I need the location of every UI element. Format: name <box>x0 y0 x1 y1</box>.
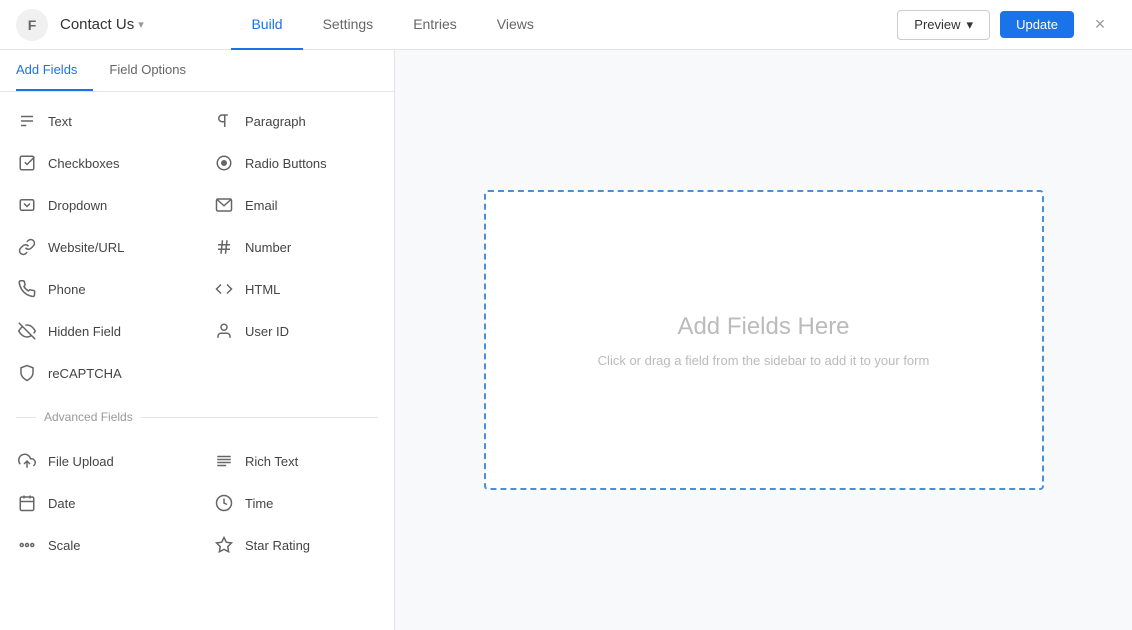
advanced-fields-divider: Advanced Fields <box>0 402 394 432</box>
field-item-website-url[interactable]: Website/URL <box>0 226 197 268</box>
close-button[interactable]: × <box>1084 9 1116 41</box>
field-item-user-id[interactable]: User ID <box>197 310 394 352</box>
radio-icon <box>213 152 235 174</box>
field-item-rich-text[interactable]: Rich Text <box>197 440 394 482</box>
upload-icon <box>16 450 38 472</box>
field-item-email[interactable]: Email <box>197 184 394 226</box>
sidebar-tabs: Add Fields Field Options <box>0 50 394 92</box>
field-item-star-rating[interactable]: Star Rating <box>197 524 394 566</box>
link-icon <box>16 236 38 258</box>
standard-fields-grid: Text Paragraph Checkboxes <box>0 92 394 402</box>
field-item-date[interactable]: Date <box>0 482 197 524</box>
tab-field-options[interactable]: Field Options <box>109 50 202 91</box>
email-icon <box>213 194 235 216</box>
user-icon <box>213 320 235 342</box>
nav-views[interactable]: Views <box>477 0 554 50</box>
code-icon <box>213 278 235 300</box>
field-item-phone[interactable]: Phone <box>0 268 197 310</box>
text-icon <box>16 110 38 132</box>
nav-entries[interactable]: Entries <box>393 0 477 50</box>
hidden-icon <box>16 320 38 342</box>
field-item-radio-buttons[interactable]: Radio Buttons <box>197 142 394 184</box>
scale-icon <box>16 534 38 556</box>
field-item-time[interactable]: Time <box>197 482 394 524</box>
preview-button[interactable]: Preview ▾ <box>897 10 990 40</box>
star-icon <box>213 534 235 556</box>
sidebar: Add Fields Field Options Text Paragraph <box>0 50 395 630</box>
field-item-file-upload[interactable]: File Upload <box>0 440 197 482</box>
checkbox-icon <box>16 152 38 174</box>
field-item-dropdown[interactable]: Dropdown <box>0 184 197 226</box>
main-layout: Add Fields Field Options Text Paragraph <box>0 50 1132 630</box>
advanced-fields-grid: File Upload Rich Text Date <box>0 432 394 574</box>
nav-settings[interactable]: Settings <box>303 0 394 50</box>
field-item-scale[interactable]: Scale <box>0 524 197 566</box>
phone-icon <box>16 278 38 300</box>
field-item-text[interactable]: Text <box>0 100 197 142</box>
shield-icon <box>16 362 38 384</box>
drop-zone-subtitle: Click or drag a field from the sidebar t… <box>598 353 930 368</box>
field-item-recaptcha[interactable]: reCAPTCHA <box>0 352 197 394</box>
field-item-hidden-field[interactable]: Hidden Field <box>0 310 197 352</box>
clock-icon <box>213 492 235 514</box>
form-title-dropdown-arrow[interactable]: ▾ <box>138 18 144 31</box>
form-title: Contact Us ▾ <box>60 16 144 33</box>
hash-icon <box>213 236 235 258</box>
nav-build[interactable]: Build <box>231 0 302 50</box>
field-item-number[interactable]: Number <box>197 226 394 268</box>
drop-zone[interactable]: Add Fields Here Click or drag a field fr… <box>484 190 1044 490</box>
main-nav: Build Settings Entries Views <box>231 0 553 50</box>
topbar: F Contact Us ▾ Build Settings Entries Vi… <box>0 0 1132 50</box>
update-button[interactable]: Update <box>1000 11 1074 38</box>
app-icon: F <box>16 9 48 41</box>
calendar-icon <box>16 492 38 514</box>
field-item-checkboxes[interactable]: Checkboxes <box>0 142 197 184</box>
richtext-icon <box>213 450 235 472</box>
drop-zone-title: Add Fields Here <box>677 313 849 341</box>
dropdown-icon <box>16 194 38 216</box>
topbar-actions: Preview ▾ Update × <box>897 9 1116 41</box>
paragraph-icon <box>213 110 235 132</box>
field-item-paragraph[interactable]: Paragraph <box>197 100 394 142</box>
tab-add-fields[interactable]: Add Fields <box>16 50 93 91</box>
field-item-html[interactable]: HTML <box>197 268 394 310</box>
canvas-area: Add Fields Here Click or drag a field fr… <box>395 50 1132 630</box>
